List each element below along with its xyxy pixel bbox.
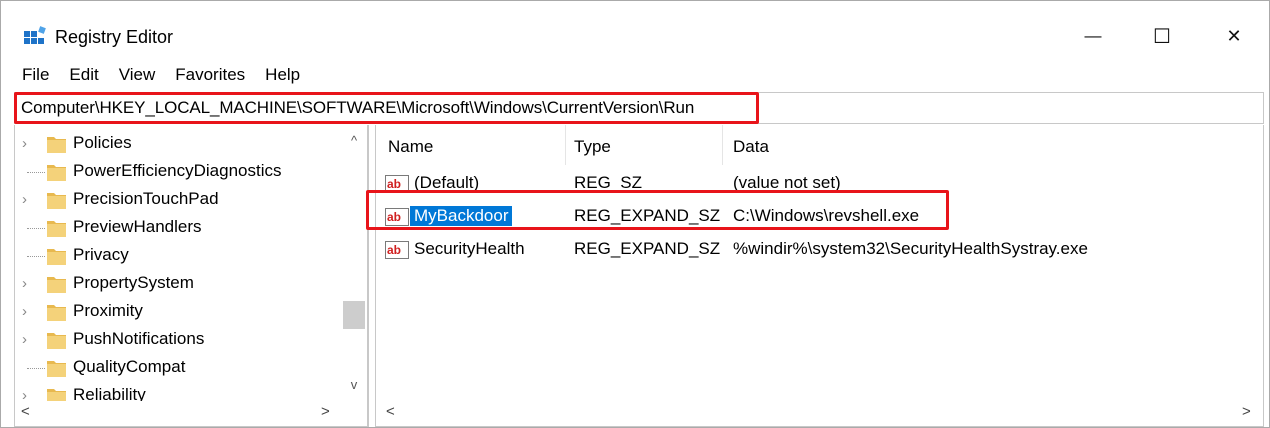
folder-icon [47, 137, 66, 153]
column-header-type[interactable]: Type [574, 137, 611, 163]
registry-editor-window: Registry Editor — ☐ ✕ File Edit View Fav… [0, 0, 1270, 428]
tree-connector-line [27, 228, 45, 229]
folder-icon [47, 277, 66, 293]
tree-item-label: QualityCompat [73, 357, 186, 376]
title-bar[interactable]: Registry Editor — ☐ ✕ [1, 1, 1269, 61]
tree-item-label: PushNotifications [73, 329, 205, 348]
values-pane[interactable]: Name Type Data ab (Default) REG_SZ (value n… [376, 125, 1264, 427]
folder-icon [47, 249, 66, 265]
value-name[interactable]: SecurityHealth [410, 239, 529, 259]
minimize-button[interactable]: — [1063, 19, 1123, 53]
tree-item[interactable]: Privacy [15, 243, 345, 271]
column-header-name[interactable]: Name [388, 137, 433, 163]
window-title: Registry Editor [55, 27, 174, 47]
folder-icon [47, 221, 66, 237]
tree-item-label: PrecisionTouchPad [73, 189, 219, 208]
tree-item-label: Proximity [73, 301, 143, 320]
svg-text:ab: ab [387, 243, 401, 257]
pane-splitter[interactable] [368, 125, 376, 427]
folder-icon [47, 193, 66, 209]
value-type: REG_EXPAND_SZ [574, 239, 721, 258]
scrollbar-thumb[interactable] [343, 301, 365, 329]
tree-item[interactable]: › PushNotifications [15, 327, 345, 355]
value-row[interactable]: ab SecurityHealth REG_EXPAND_SZ %windir%\sy… [376, 237, 1256, 265]
chevron-right-icon[interactable]: › [22, 135, 27, 152]
scroll-right-icon[interactable]: > [321, 403, 330, 420]
tree-item[interactable]: QualityCompat [15, 355, 345, 383]
address-highlight-box [14, 92, 759, 124]
tree-item-label: Privacy [73, 245, 129, 264]
column-header-data[interactable]: Data [733, 137, 769, 163]
folder-icon [47, 361, 66, 377]
chevron-right-icon[interactable]: › [22, 303, 27, 320]
string-value-icon: ab [385, 241, 409, 259]
tree-item[interactable]: › Proximity [15, 299, 345, 327]
menu-bar: File Edit View Favorites Help [1, 63, 300, 89]
close-button[interactable]: ✕ [1204, 19, 1264, 53]
tree-item[interactable]: › PropertySystem [15, 271, 345, 299]
chevron-right-icon[interactable]: › [22, 331, 27, 348]
menu-help[interactable]: Help [265, 63, 300, 89]
tree-item-label: PropertySystem [73, 273, 194, 292]
tree-item[interactable]: › Policies [15, 131, 345, 159]
chevron-right-icon[interactable]: › [22, 191, 27, 208]
menu-file[interactable]: File [22, 63, 49, 89]
value-data: %windir%\system32\SecurityHealthSystray.… [733, 239, 1088, 258]
scroll-down-icon[interactable]: v [341, 373, 367, 397]
chevron-right-icon[interactable]: › [22, 275, 27, 292]
maximize-icon: ☐ [1153, 25, 1171, 48]
column-divider[interactable] [565, 125, 566, 165]
menu-favorites[interactable]: Favorites [175, 63, 245, 89]
tree-vertical-scrollbar[interactable]: ^ v [341, 125, 367, 395]
registry-editor-icon [24, 26, 46, 44]
tree-item[interactable]: PreviewHandlers [15, 215, 345, 243]
tree-item-label: Policies [73, 133, 132, 152]
folder-icon [47, 333, 66, 349]
tree-item-label: PreviewHandlers [73, 217, 202, 236]
close-icon: ✕ [1226, 25, 1242, 46]
scroll-up-icon[interactable]: ^ [341, 129, 367, 153]
tree-item[interactable]: PowerEfficiencyDiagnostics [15, 159, 345, 187]
menu-edit[interactable]: Edit [69, 63, 98, 89]
folder-icon [47, 305, 66, 321]
tree-horizontal-scrollbar[interactable]: < > [15, 401, 367, 426]
minimize-icon: — [1084, 26, 1102, 45]
values-horizontal-scrollbar[interactable]: < > [376, 401, 1263, 426]
key-tree-pane[interactable]: › Policies PowerEfficiencyDiagnostics › Prec… [14, 125, 368, 427]
maximize-button[interactable]: ☐ [1132, 19, 1192, 53]
menu-view[interactable]: View [119, 63, 156, 89]
value-highlight-box [366, 190, 949, 230]
tree-connector-line [27, 172, 45, 173]
svg-text:ab: ab [387, 177, 401, 191]
tree-connector-line [27, 368, 45, 369]
tree-item[interactable]: › PrecisionTouchPad [15, 187, 345, 215]
scroll-right-icon[interactable]: > [1242, 403, 1251, 420]
tree-item-label: PowerEfficiencyDiagnostics [73, 161, 282, 180]
scroll-left-icon[interactable]: < [386, 403, 395, 420]
column-divider[interactable] [722, 125, 723, 165]
tree-connector-line [27, 256, 45, 257]
folder-icon [47, 165, 66, 181]
scroll-left-icon[interactable]: < [21, 403, 30, 420]
